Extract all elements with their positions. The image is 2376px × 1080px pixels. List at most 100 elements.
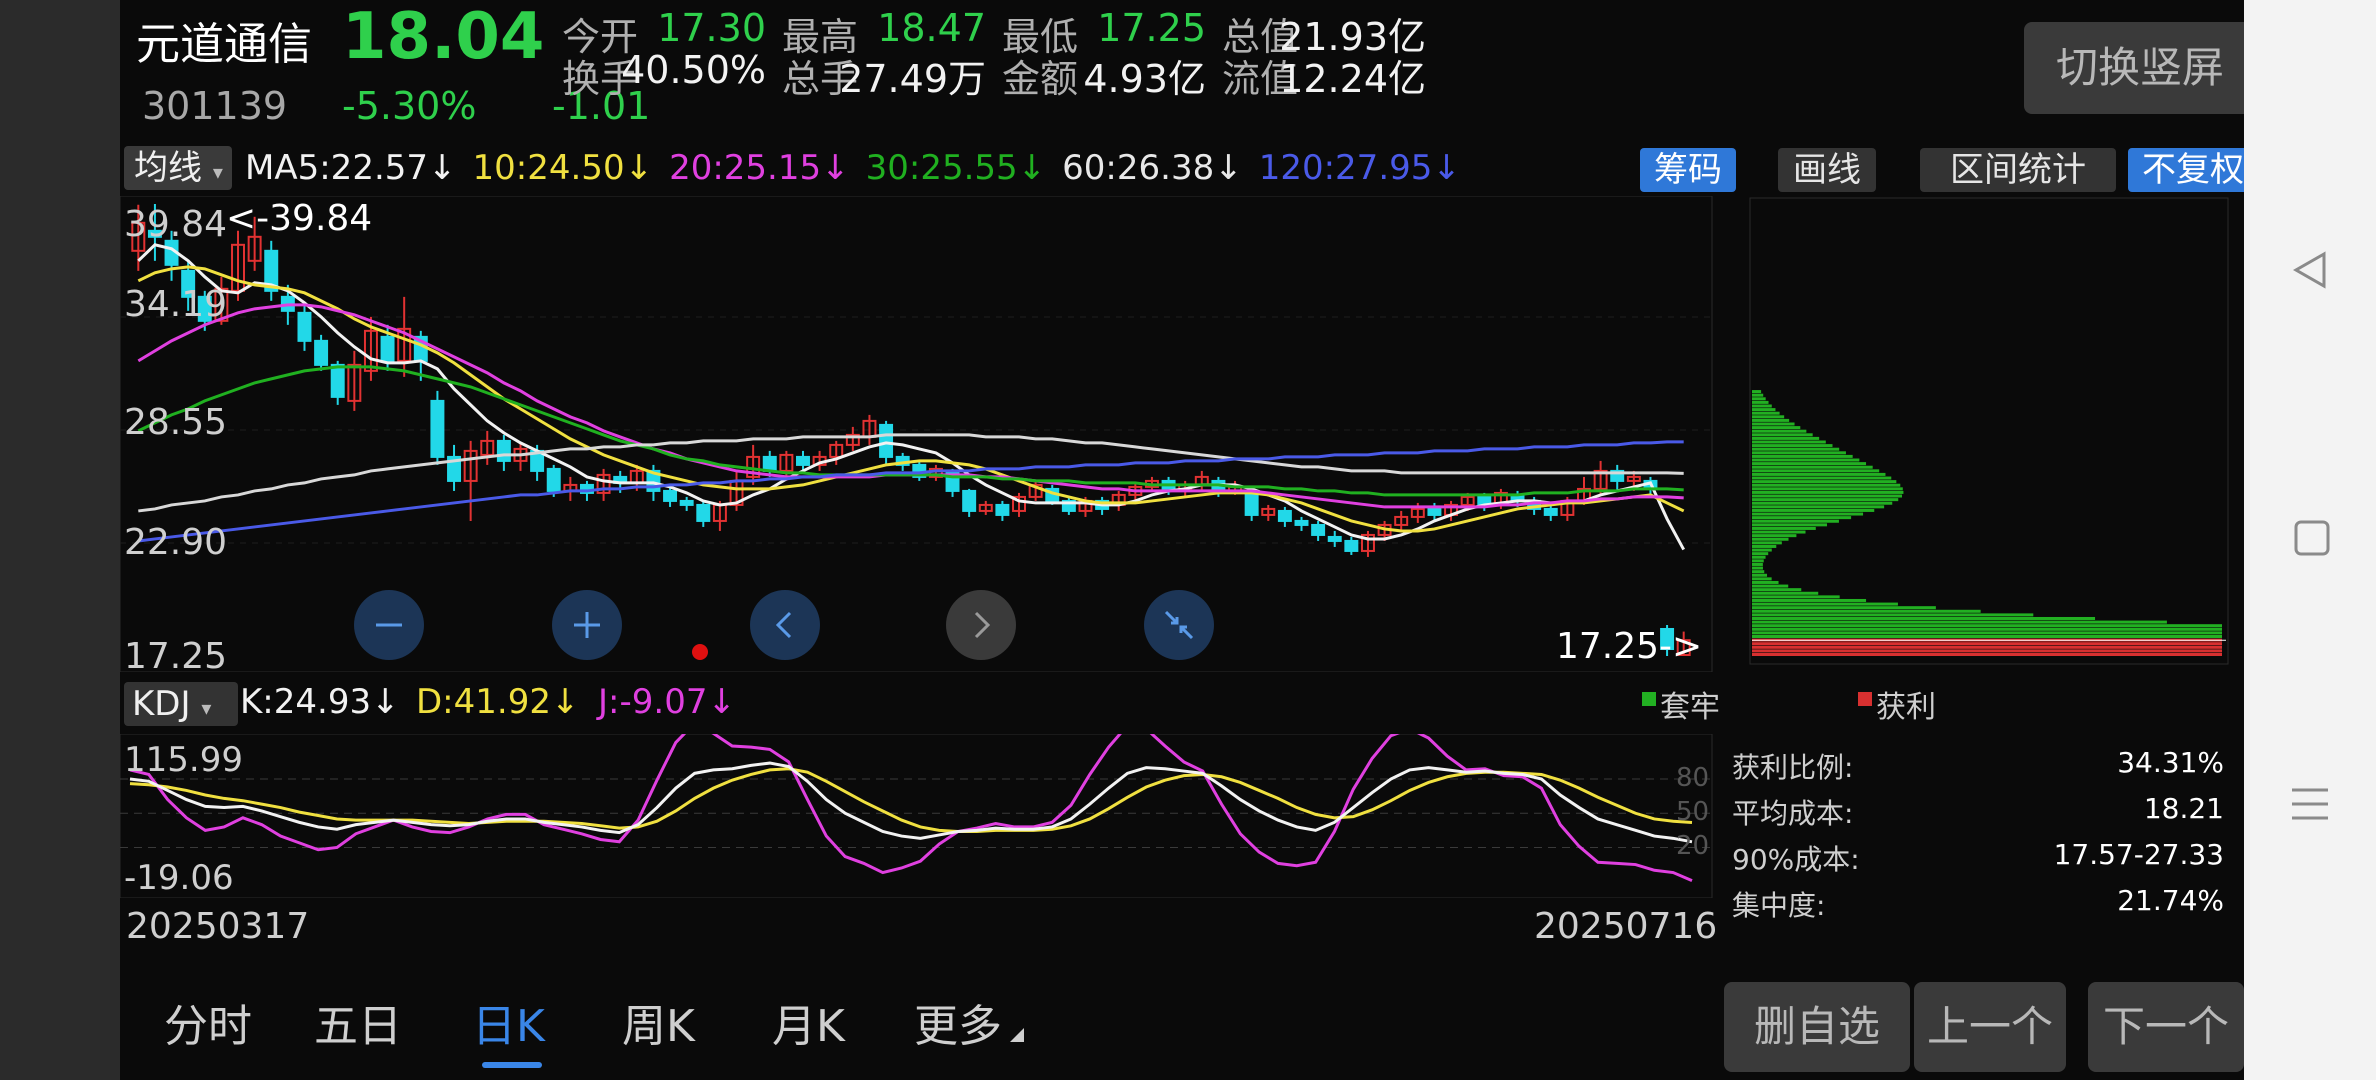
chip-bar bbox=[1752, 483, 1901, 487]
dropdown-arrow-icon: ▾ bbox=[212, 160, 223, 184]
chip-bar bbox=[1752, 613, 2034, 617]
chip-bar bbox=[1752, 508, 1875, 512]
chip-bar bbox=[1752, 598, 1867, 602]
chip-bar bbox=[1752, 588, 1802, 592]
no-adjust-button[interactable]: 不复权 bbox=[2128, 148, 2244, 192]
chip-bar bbox=[1752, 480, 1897, 484]
chip-bar bbox=[1752, 534, 1797, 538]
current-price: 18.04 bbox=[342, 0, 545, 74]
chip-bar bbox=[1752, 411, 1780, 415]
chip-bar bbox=[1752, 552, 1769, 556]
chip-bar bbox=[1752, 544, 1777, 548]
ma-selector-label: 均线 bbox=[134, 148, 202, 188]
tab-5[interactable]: 更多 bbox=[914, 990, 1002, 1054]
chevron-left-icon bbox=[775, 611, 792, 639]
chip-distribution-chart bbox=[1749, 197, 2229, 665]
chip-bar bbox=[1752, 429, 1807, 433]
system-nav-bar bbox=[2244, 0, 2376, 1080]
ma-legend: MA5:22.57↓ 10:24.50↓ 20:25.15↓ 30:25.55↓ 60:… bbox=[245, 146, 1477, 190]
chip-bar bbox=[1752, 562, 1763, 566]
kdj-k-value: K:24.93↓ bbox=[240, 682, 400, 722]
kdj-d-value: D:41.92↓ bbox=[416, 682, 580, 722]
chip-stat-label: 获利比例: bbox=[1732, 751, 1854, 784]
home-icon[interactable] bbox=[2292, 518, 2332, 558]
ma-selector[interactable]: 均线 ▾ bbox=[124, 146, 232, 190]
chip-bar bbox=[1752, 620, 2167, 624]
stat-value: 17.25 bbox=[1097, 6, 1206, 50]
chip-bar bbox=[1752, 512, 1864, 516]
zoom-out-button[interactable] bbox=[354, 590, 424, 660]
chip-bar bbox=[1752, 541, 1782, 545]
chip-bar bbox=[1752, 602, 1898, 606]
chip-bar bbox=[1752, 494, 1902, 498]
chip-stat-value: 34.31% bbox=[2117, 746, 2224, 779]
chip-bar bbox=[1752, 609, 1981, 613]
active-tab-indicator bbox=[482, 1062, 542, 1068]
chip-bar bbox=[1752, 447, 1840, 451]
kdj-axis-top: 115.99 bbox=[124, 740, 243, 780]
chip-bar bbox=[1752, 577, 1772, 581]
reset-zoom-button[interactable] bbox=[1144, 590, 1214, 660]
next-stock-button[interactable]: 下一个 bbox=[2088, 982, 2244, 1072]
chip-bar bbox=[1752, 652, 2222, 656]
tab-1[interactable]: 五日 bbox=[314, 990, 402, 1054]
previous-stock-button[interactable]: 上一个 bbox=[1914, 982, 2066, 1072]
zoom-in-button[interactable] bbox=[552, 590, 622, 660]
pan-left-button[interactable] bbox=[750, 590, 820, 660]
legend-swatch bbox=[1642, 692, 1656, 706]
chip-bar bbox=[1752, 559, 1764, 563]
candle bbox=[430, 390, 445, 465]
kdj-selector-label: KDJ bbox=[132, 684, 191, 724]
switch-portrait-button[interactable]: 切换竖屏 bbox=[2024, 22, 2244, 114]
chip-bar bbox=[1752, 634, 2222, 638]
plus-icon bbox=[574, 612, 600, 638]
date-start: 20250317 bbox=[126, 906, 310, 947]
chip-stat-label: 平均成本: bbox=[1732, 797, 1854, 830]
kdj-axis-bottom: -19.06 bbox=[124, 858, 234, 898]
price-axis-label: 22.90 bbox=[124, 522, 228, 563]
tab-4[interactable]: 月K bbox=[772, 990, 845, 1054]
back-icon[interactable] bbox=[2290, 250, 2330, 290]
kdj-level-label: 50 bbox=[1676, 797, 1710, 828]
stock-kline-screen: 元道通信 18.04 301139 -5.30% -1.01 今开 17.30 最高… bbox=[120, 0, 2244, 1080]
legend-label: 获利 bbox=[1876, 690, 1936, 725]
event-marker-dot[interactable] bbox=[692, 644, 708, 660]
chip-bar bbox=[1752, 465, 1873, 469]
remove-watchlist-button[interactable]: 删自选 bbox=[1724, 982, 1910, 1072]
stat-value: 17.30 bbox=[657, 6, 766, 50]
chip-bar bbox=[1752, 404, 1772, 408]
range-stats-button[interactable]: 区间统计 bbox=[1920, 148, 2116, 192]
tab-3[interactable]: 周K bbox=[622, 990, 695, 1054]
chip-bar bbox=[1752, 436, 1820, 440]
ma-legend-item: 30:25.55↓ bbox=[865, 148, 1047, 188]
chip-stat-value: 17.57-27.33 bbox=[2053, 838, 2224, 871]
pan-right-button[interactable] bbox=[946, 590, 1016, 660]
tab-0[interactable]: 分时 bbox=[164, 990, 252, 1054]
more-corner-icon bbox=[1010, 1028, 1024, 1042]
chip-bar bbox=[1752, 458, 1860, 462]
kdj-level-label: 80 bbox=[1676, 763, 1710, 794]
kdj-selector[interactable]: KDJ ▾ bbox=[124, 682, 238, 726]
chip-bar bbox=[1752, 555, 1766, 559]
chip-bar bbox=[1752, 408, 1776, 412]
stat-value: 27.49万 bbox=[839, 57, 986, 101]
menu-icon[interactable] bbox=[2290, 784, 2330, 824]
chip-bar bbox=[1752, 642, 2222, 646]
chip-bar bbox=[1752, 462, 1867, 466]
kdj-chart[interactable] bbox=[120, 734, 1732, 898]
chip-bar bbox=[1752, 530, 1806, 534]
chip-bar bbox=[1752, 519, 1839, 523]
stat-value: 18.47 bbox=[877, 6, 986, 50]
chip-bar bbox=[1752, 487, 1903, 491]
draw-line-button[interactable]: 画线 bbox=[1778, 148, 1876, 192]
ma-legend-item: 20:25.15↓ bbox=[669, 148, 850, 188]
kdj-j-value: J:-9.07↓ bbox=[598, 682, 736, 722]
legend-label: 套牢 bbox=[1660, 690, 1720, 725]
chip-bar bbox=[1752, 591, 1819, 595]
candle bbox=[314, 334, 329, 371]
price-axis-label: 28.55 bbox=[124, 402, 228, 443]
legend-swatch bbox=[1858, 692, 1872, 706]
tab-2[interactable]: 日K bbox=[472, 990, 545, 1054]
chip-button[interactable]: 筹码 bbox=[1640, 148, 1736, 192]
chip-bar bbox=[1752, 505, 1885, 509]
